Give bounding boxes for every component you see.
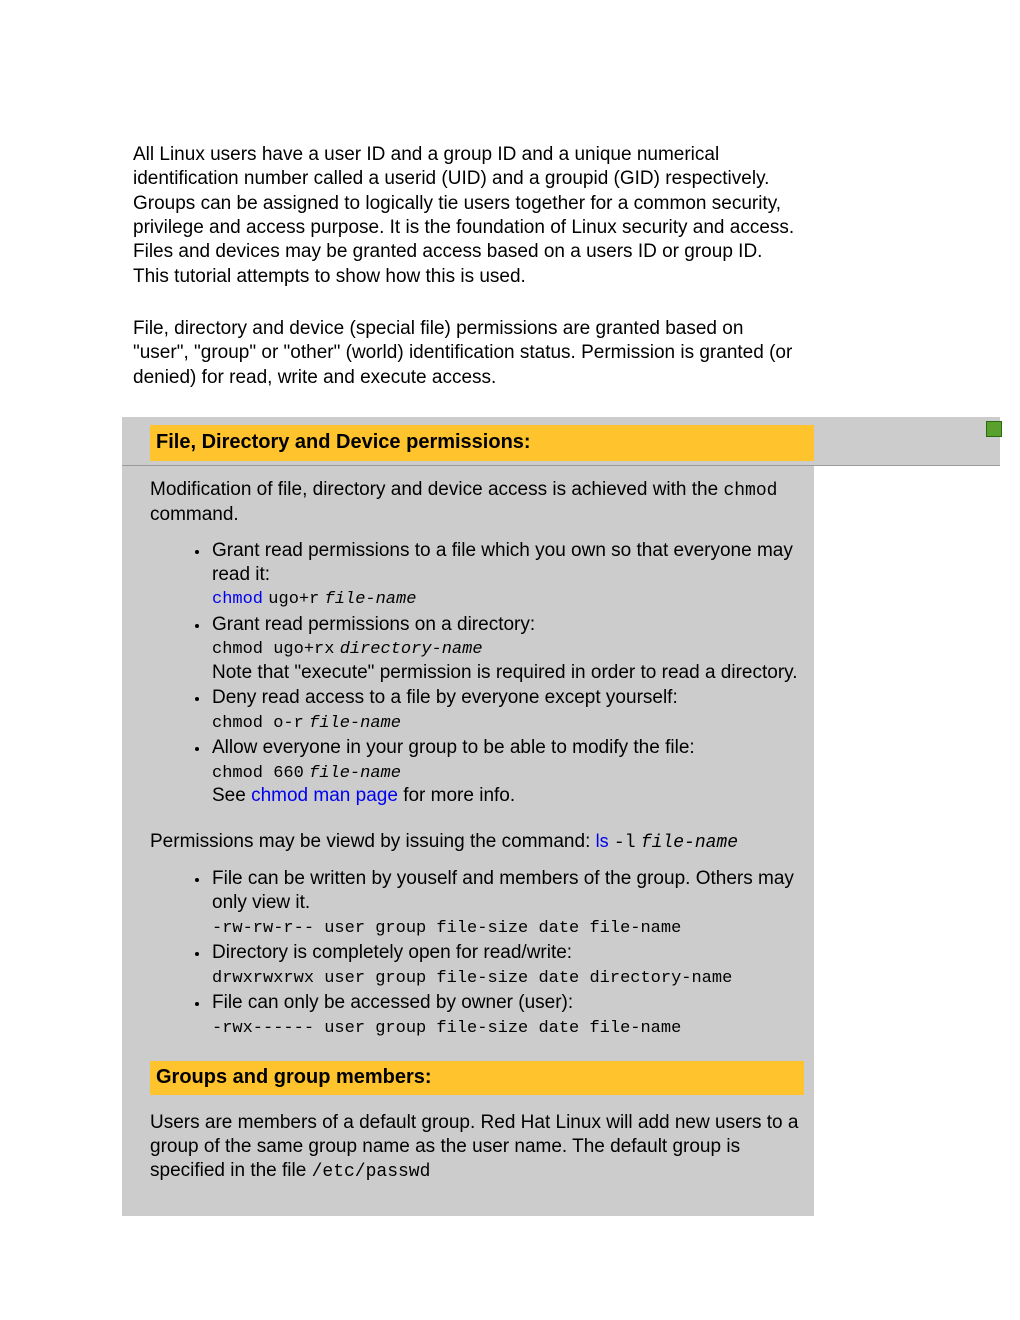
ls-link[interactable]: ls bbox=[596, 831, 609, 851]
list-item: Directory is completely open for read/wr… bbox=[210, 941, 800, 989]
chmod-link[interactable]: chmod bbox=[212, 590, 263, 609]
text: Permissions may be viewd by issuing the … bbox=[150, 831, 596, 852]
item-text: Grant read permissions to a file which y… bbox=[212, 540, 793, 585]
code-chmod: chmod bbox=[723, 481, 777, 501]
text: for more info. bbox=[398, 785, 515, 806]
code-arg: file-name bbox=[309, 714, 401, 733]
code-output: drwxrwxrwx user group file-size date dir… bbox=[212, 969, 732, 988]
intro-block: All Linux users have a user ID and a gro… bbox=[133, 143, 803, 418]
item-text: Directory is completely open for read/wr… bbox=[212, 942, 572, 963]
corner-icon bbox=[986, 421, 1002, 437]
code: -l bbox=[614, 833, 636, 853]
list-item: File can only be accessed by owner (user… bbox=[210, 991, 800, 1039]
intro-paragraph-1: All Linux users have a user ID and a gro… bbox=[133, 143, 803, 289]
list-item: Allow everyone in your group to be able … bbox=[210, 736, 800, 808]
text: command. bbox=[150, 504, 239, 525]
text: Modification of file, directory and devi… bbox=[150, 479, 723, 500]
list-item: Grant read permissions to a file which y… bbox=[210, 539, 800, 611]
code: chmod ugo+rx bbox=[212, 640, 334, 659]
code-arg: directory-name bbox=[340, 640, 483, 659]
chmod-examples-list: Grant read permissions to a file which y… bbox=[150, 539, 800, 808]
code-output: -rw-rw-r-- user group file-size date fil… bbox=[212, 919, 681, 938]
code: chmod 660 bbox=[212, 764, 304, 783]
code: ugo+r bbox=[268, 590, 319, 609]
list-item: Grant read permissions on a directory: c… bbox=[210, 613, 800, 685]
list-item: File can be written by youself and membe… bbox=[210, 867, 800, 939]
item-text: File can only be accessed by owner (user… bbox=[212, 992, 573, 1013]
item-text: Grant read permissions on a directory: bbox=[212, 614, 535, 635]
code: chmod o-r bbox=[212, 714, 304, 733]
text: See bbox=[212, 785, 251, 806]
section-body: Modification of file, directory and devi… bbox=[122, 466, 814, 1217]
section-heading-permissions: File, Directory and Device permissions: bbox=[150, 425, 814, 461]
ls-intro: Permissions may be viewd by issuing the … bbox=[150, 830, 800, 855]
content-panel: File, Directory and Device permissions: … bbox=[122, 417, 1000, 1216]
chmod-intro: Modification of file, directory and devi… bbox=[150, 478, 800, 527]
code-output: -rwx------ user group file-size date fil… bbox=[212, 1019, 681, 1038]
item-text: Deny read access to a file by everyone e… bbox=[212, 687, 678, 708]
code-arg: file-name bbox=[325, 590, 417, 609]
text: Users are members of a default group. Re… bbox=[150, 1112, 798, 1182]
list-item: Deny read access to a file by everyone e… bbox=[210, 686, 800, 734]
code-arg: file-name bbox=[641, 833, 738, 853]
chmod-man-link[interactable]: chmod man page bbox=[251, 785, 398, 806]
section-heading-groups: Groups and group members: bbox=[150, 1061, 804, 1095]
groups-paragraph: Users are members of a default group. Re… bbox=[150, 1111, 800, 1185]
code-etc-passwd: /etc/passwd bbox=[312, 1162, 431, 1182]
code-arg: file-name bbox=[309, 764, 401, 783]
ls-examples-list: File can be written by youself and membe… bbox=[150, 867, 800, 1039]
item-text: File can be written by youself and membe… bbox=[212, 868, 794, 913]
item-text: Allow everyone in your group to be able … bbox=[212, 737, 695, 758]
item-note: Note that "execute" permission is requir… bbox=[212, 662, 798, 683]
intro-paragraph-2: File, directory and device (special file… bbox=[133, 317, 803, 390]
